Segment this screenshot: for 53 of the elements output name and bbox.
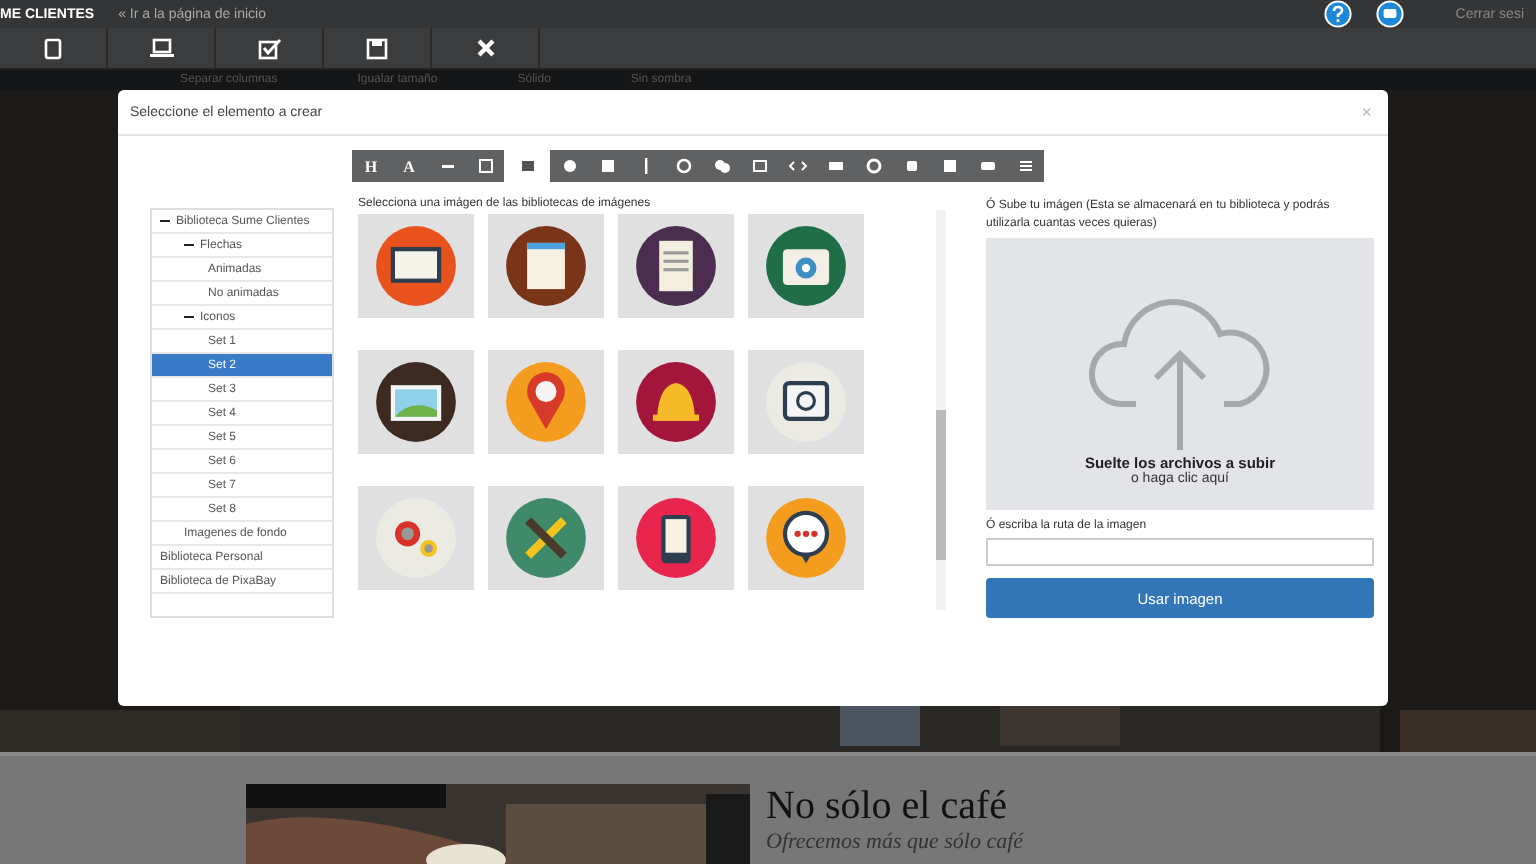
laptop-icon [147, 38, 175, 59]
lines-icon [1015, 156, 1035, 176]
image-tile[interactable] [488, 486, 604, 590]
chat-icon[interactable] [1375, 0, 1404, 29]
image-tile[interactable] [488, 214, 604, 318]
image-tile[interactable] [358, 486, 474, 590]
close-icon [475, 38, 495, 59]
image-tile[interactable] [748, 214, 864, 318]
tools-icon [504, 496, 588, 580]
path-input[interactable] [986, 538, 1374, 566]
scrollbar[interactable] [936, 210, 946, 610]
element-tab[interactable] [550, 150, 588, 182]
monitor-icon [374, 224, 458, 308]
image-tile[interactable] [748, 350, 864, 454]
tablet-icon [44, 37, 62, 60]
rounded-bar-icon [977, 156, 997, 176]
image-tile[interactable] [618, 350, 734, 454]
panel-icon [749, 156, 769, 176]
checkbox-icon [257, 37, 281, 60]
bar-icon [825, 156, 845, 176]
photo-icon [374, 360, 458, 444]
ring-icon [863, 156, 883, 176]
ring-icon [673, 156, 693, 176]
image-tile[interactable] [618, 214, 734, 318]
chat-icon [764, 496, 848, 580]
section-heading: No sólo el café [766, 784, 1010, 830]
gears-icon [374, 496, 458, 580]
save-icon [366, 37, 388, 60]
element-tab[interactable]: A [390, 150, 428, 182]
notepad-icon [504, 224, 588, 308]
safe-icon [764, 360, 848, 444]
circle-icon [559, 156, 579, 176]
document-icon [634, 224, 718, 308]
rounded-square-icon [901, 156, 921, 176]
image-tile[interactable] [748, 486, 864, 590]
pin-icon [504, 360, 588, 444]
square-icon [597, 156, 617, 176]
scrollbar-thumb[interactable] [936, 410, 946, 560]
chat-icon [711, 156, 731, 176]
image-tile[interactable] [618, 486, 734, 590]
bell-icon [634, 360, 718, 444]
element-tab[interactable]: H [352, 150, 390, 182]
code-icon [787, 156, 807, 176]
square-icon [939, 156, 959, 176]
element-tab[interactable] [466, 150, 504, 182]
image-tile[interactable] [358, 350, 474, 454]
help-icon[interactable] [1323, 0, 1352, 29]
image-tile[interactable] [358, 214, 474, 318]
element-tab[interactable] [1006, 150, 1044, 182]
camera-icon [764, 224, 848, 308]
phone-icon [634, 496, 718, 580]
image-tile[interactable] [488, 350, 604, 454]
section-subheading: Ofrecemos más que sólo café [766, 830, 1024, 854]
